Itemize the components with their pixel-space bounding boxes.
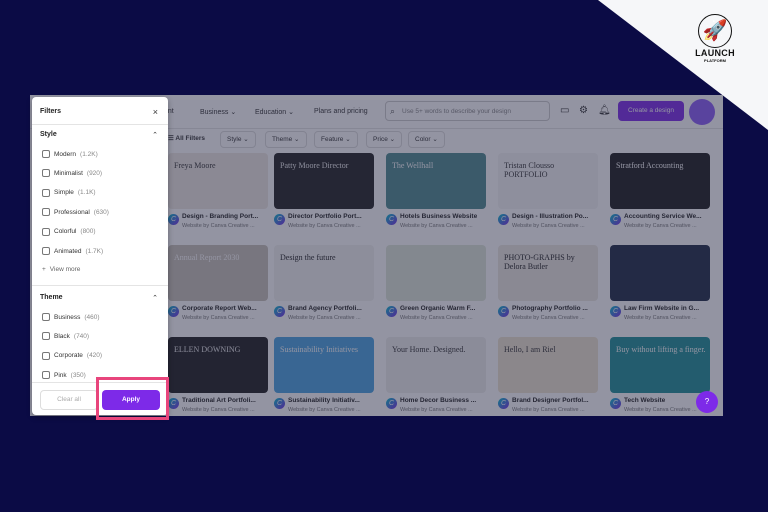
logo-text: LAUNCH: [695, 48, 735, 58]
option-count: (420): [86, 352, 103, 360]
filter-option[interactable]: Minimalist (920): [42, 169, 103, 178]
checkbox[interactable]: [42, 371, 50, 380]
filter-option[interactable]: Professional (630): [42, 208, 109, 217]
option-label: Black: [54, 332, 70, 340]
view-more-link[interactable]: + View more: [42, 266, 80, 273]
option-label: Simple: [54, 189, 74, 197]
filter-option[interactable]: Black (740): [42, 332, 90, 341]
checkbox[interactable]: [42, 188, 50, 197]
option-label: Colorful: [54, 228, 77, 236]
option-count: (1.2K): [80, 150, 98, 158]
filter-option[interactable]: Animated (1.7K): [42, 247, 103, 255]
divider: [32, 124, 168, 125]
logo-subtext: PLATFORM: [704, 58, 726, 63]
close-icon[interactable]: ×: [153, 107, 158, 117]
checkbox[interactable]: [42, 351, 50, 360]
filter-option[interactable]: Simple (1.1K): [42, 188, 96, 197]
checkbox[interactable]: [42, 247, 50, 255]
filters-title: Filters: [40, 108, 62, 115]
checkbox[interactable]: [42, 313, 50, 321]
divider: [32, 285, 168, 286]
option-count: (1.7K): [85, 247, 104, 255]
style-heading: Style: [40, 131, 57, 138]
checkbox[interactable]: [42, 227, 50, 236]
option-label: Business: [54, 313, 81, 321]
help-button[interactable]: ?: [696, 391, 718, 413]
option-label: Professional: [54, 208, 90, 216]
rocket-icon: 🚀: [698, 14, 732, 48]
option-label: Corporate: [54, 352, 83, 360]
theme-heading: Theme: [40, 294, 63, 301]
checkbox[interactable]: [42, 208, 50, 217]
filter-option[interactable]: Business (460): [42, 313, 100, 321]
launch-platform-logo: 🚀 LAUNCH PLATFORM: [692, 14, 738, 63]
chevron-up-icon[interactable]: ⌃: [152, 294, 158, 302]
filters-panel: Filters × Style ⌃ Modern (1.2K) Minimalist…: [32, 97, 168, 415]
option-label: Modern: [54, 150, 77, 158]
option-count: (460): [84, 313, 100, 321]
filter-option[interactable]: Colorful (800): [42, 227, 96, 236]
clear-all-button[interactable]: Clear all: [40, 390, 98, 410]
filter-option[interactable]: Modern (1.2K): [42, 150, 98, 158]
option-count: (630): [93, 208, 109, 216]
chevron-up-icon[interactable]: ⌃: [152, 131, 158, 139]
option-label: Minimalist: [54, 169, 83, 177]
option-count: (740): [73, 332, 90, 340]
option-count: (1.1K): [77, 189, 96, 197]
checkbox[interactable]: [42, 169, 50, 178]
option-count: (800): [80, 228, 96, 236]
apply-button[interactable]: Apply: [102, 390, 160, 410]
option-count: (350): [70, 371, 86, 379]
option-label: Animated: [54, 247, 82, 255]
view-more-label: View more: [49, 266, 81, 273]
option-label: Pink: [54, 371, 67, 379]
filter-option[interactable]: Pink (350): [42, 371, 86, 380]
checkbox[interactable]: [42, 150, 50, 158]
plus-icon: +: [42, 266, 46, 273]
filter-option[interactable]: Corporate (420): [42, 351, 103, 360]
checkbox[interactable]: [42, 332, 50, 341]
option-count: (920): [86, 169, 103, 177]
